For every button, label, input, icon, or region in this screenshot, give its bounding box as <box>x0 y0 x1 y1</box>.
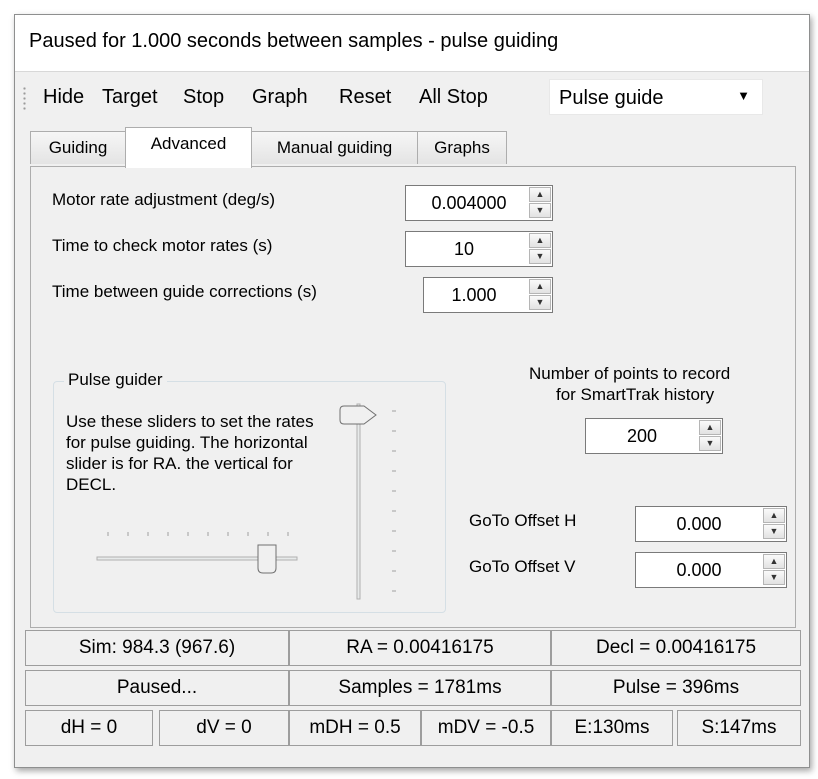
between-corrections-stepper[interactable]: 1.000 ▲ ▼ <box>423 277 553 313</box>
tab-graphs[interactable]: Graphs <box>417 131 507 164</box>
status-row-1: Sim: 984.3 (967.6) RA = 0.00416175 Decl … <box>25 630 801 666</box>
decl-slider[interactable] <box>339 403 396 600</box>
between-corrections-value[interactable]: 1.000 <box>432 285 516 306</box>
ra-slider[interactable] <box>96 532 298 574</box>
status-row-3: dH = 0 dV = 0 mDH = 0.5 mDV = -0.5 E:130… <box>25 710 801 746</box>
mdh-status: mDH = 0.5 <box>289 710 421 746</box>
all-stop-button[interactable]: All Stop <box>419 86 488 109</box>
points-label-line1: Number of points to record <box>529 364 731 383</box>
status-row-2: Paused... Samples = 1781ms Pulse = 396ms <box>25 670 801 706</box>
state-status: Paused... <box>25 670 289 706</box>
spin-up-icon[interactable]: ▲ <box>529 187 551 202</box>
guide-mode-select[interactable]: Pulse guide ▼ <box>549 79 763 115</box>
graph-button[interactable]: Graph <box>252 86 308 109</box>
guide-mode-value: Pulse guide <box>559 87 664 109</box>
toolbar-grip-icon[interactable] <box>23 86 26 112</box>
spin-down-icon[interactable]: ▼ <box>699 436 721 451</box>
pulse-sliders <box>96 403 396 600</box>
title-bar: Paused for 1.000 seconds between samples… <box>15 15 809 72</box>
goto-offset-h-value[interactable]: 0.000 <box>644 514 754 535</box>
main-window: Paused for 1.000 seconds between samples… <box>14 14 810 768</box>
chevron-down-icon[interactable]: ▼ <box>737 88 750 103</box>
toolbar: Hide Target Stop Graph Reset All Stop Pu… <box>19 74 799 122</box>
spin-up-icon[interactable]: ▲ <box>529 279 551 294</box>
dh-status: dH = 0 <box>25 710 153 746</box>
tab-graphs-label: Graphs <box>434 138 490 157</box>
spin-down-icon[interactable]: ▼ <box>529 295 551 310</box>
mdv-status: mDV = -0.5 <box>421 710 551 746</box>
pulse-status: Pulse = 396ms <box>551 670 801 706</box>
spin-up-icon[interactable]: ▲ <box>763 508 785 523</box>
tab-manual-guiding-label: Manual guiding <box>276 138 393 157</box>
s-time-status: S:147ms <box>677 710 801 746</box>
tab-guiding-label: Guiding <box>48 138 108 157</box>
motor-rate-stepper[interactable]: 0.004000 ▲ ▼ <box>405 185 553 221</box>
decl-slider-thumb <box>339 405 377 425</box>
dv-status: dV = 0 <box>159 710 289 746</box>
sim-status: Sim: 984.3 (967.6) <box>25 630 289 666</box>
goto-offset-v-stepper[interactable]: 0.000 ▲ ▼ <box>635 552 787 588</box>
goto-offset-v-value[interactable]: 0.000 <box>644 560 754 581</box>
advanced-panel: Motor rate adjustment (deg/s) 0.004000 ▲… <box>30 166 796 628</box>
e-time-status: E:130ms <box>551 710 673 746</box>
points-label-line2: for SmartTrak history <box>556 385 715 404</box>
points-value[interactable]: 200 <box>594 426 690 447</box>
check-rates-stepper[interactable]: 10 ▲ ▼ <box>405 231 553 267</box>
check-rates-label: Time to check motor rates (s) <box>52 236 273 255</box>
hide-button[interactable]: Hide <box>43 86 84 109</box>
pulse-guider-group: Pulse guider Use these sliders to set th… <box>53 370 446 613</box>
spin-up-icon[interactable]: ▲ <box>763 554 785 569</box>
motor-rate-label: Motor rate adjustment (deg/s) <box>52 190 275 209</box>
points-stepper[interactable]: 200 ▲ ▼ <box>585 418 723 454</box>
spin-down-icon[interactable]: ▼ <box>529 249 551 264</box>
spin-up-icon[interactable]: ▲ <box>699 420 721 435</box>
check-rates-value[interactable]: 10 <box>414 239 514 260</box>
window-title: Paused for 1.000 seconds between samples… <box>29 30 559 52</box>
spin-up-icon[interactable]: ▲ <box>529 233 551 248</box>
between-corrections-label: Time between guide corrections (s) <box>52 282 317 301</box>
stop-button[interactable]: Stop <box>183 86 224 109</box>
target-button[interactable]: Target <box>102 86 158 109</box>
spin-down-icon[interactable]: ▼ <box>529 203 551 218</box>
samples-status: Samples = 1781ms <box>289 670 551 706</box>
ra-status: RA = 0.00416175 <box>289 630 551 666</box>
goto-offset-h-stepper[interactable]: 0.000 ▲ ▼ <box>635 506 787 542</box>
spin-down-icon[interactable]: ▼ <box>763 570 785 585</box>
tab-guiding[interactable]: Guiding <box>30 131 126 164</box>
goto-offset-h-label: GoTo Offset H <box>469 511 577 530</box>
goto-offset-v-label: GoTo Offset V <box>469 557 576 576</box>
motor-rate-value[interactable]: 0.004000 <box>414 193 524 214</box>
ra-slider-thumb <box>257 544 277 574</box>
decl-status: Decl = 0.00416175 <box>551 630 801 666</box>
tab-strip: Guiding Advanced Manual guiding Graphs <box>30 127 810 168</box>
spin-down-icon[interactable]: ▼ <box>763 524 785 539</box>
tab-manual-guiding[interactable]: Manual guiding <box>251 131 418 164</box>
tab-advanced[interactable]: Advanced <box>125 127 252 168</box>
reset-button[interactable]: Reset <box>339 86 391 109</box>
tab-advanced-label: Advanced <box>150 134 227 153</box>
